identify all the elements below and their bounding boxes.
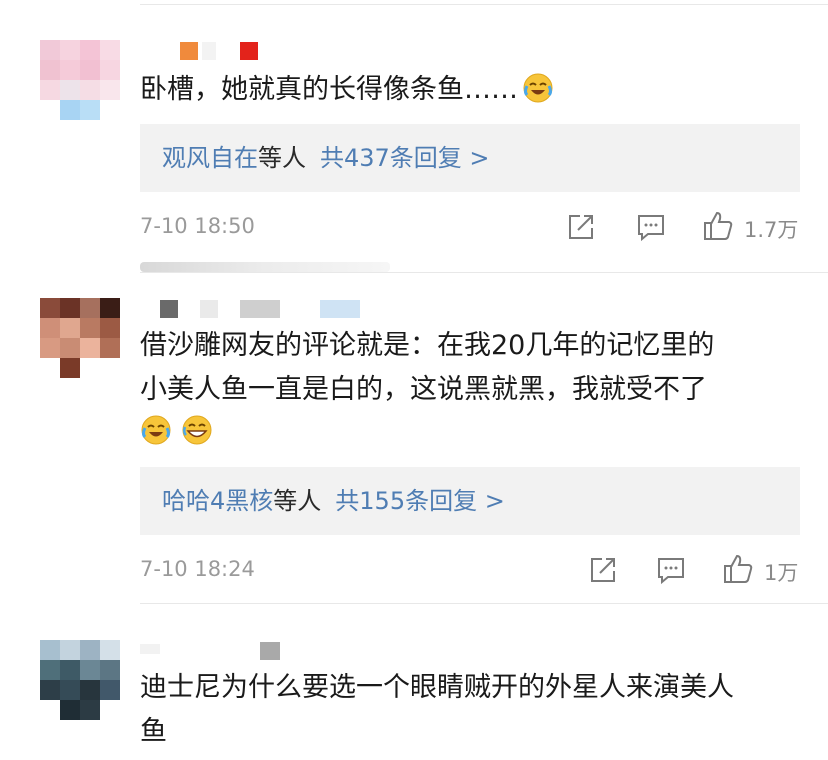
avatar[interactable] xyxy=(40,640,120,720)
comment-text-line-2: 鱼 xyxy=(140,716,167,747)
username-blurred[interactable] xyxy=(140,298,370,318)
timestamp: 7-10 18:50 xyxy=(140,214,255,238)
comment-text-line-2: 小美人鱼一直是白的，这说黑就黑，我就受不了 xyxy=(140,374,707,405)
like-icon[interactable] xyxy=(722,553,754,589)
comment-icon[interactable] xyxy=(636,212,666,246)
like-count: 1.7万 xyxy=(744,218,799,242)
reply-count-link[interactable]: 共437条回复 > xyxy=(320,144,490,172)
timestamp: 7-10 18:24 xyxy=(140,557,255,581)
comment-icon[interactable] xyxy=(656,555,686,589)
reply-user-link[interactable]: 观风自在 xyxy=(162,144,258,172)
reply-count-link[interactable]: 共155条回复 > xyxy=(335,487,505,515)
emoji-row xyxy=(140,414,213,450)
grin-emoji-icon xyxy=(181,414,213,446)
like-icon[interactable] xyxy=(702,210,734,246)
comment-divider xyxy=(140,603,828,604)
reply-summary[interactable]: 哈哈4黑核等人 共155条回复 > xyxy=(140,467,800,535)
comment-divider xyxy=(140,272,828,273)
laugh-cry-emoji-icon xyxy=(522,72,554,104)
top-divider xyxy=(140,4,828,5)
avatar[interactable] xyxy=(40,40,120,120)
username-blurred[interactable] xyxy=(140,640,300,660)
comment-text-line-1: 迪士尼为什么要选一个眼睛贼开的外星人来演美人 xyxy=(140,672,734,703)
share-icon[interactable] xyxy=(566,212,596,246)
avatar[interactable] xyxy=(40,298,120,378)
username-blurred[interactable] xyxy=(140,40,270,60)
comment-text: 卧槽，她就真的长得像条鱼…… xyxy=(140,68,554,112)
like-count: 1万 xyxy=(764,561,799,585)
laugh-cry-emoji-icon xyxy=(140,414,172,446)
share-icon[interactable] xyxy=(588,555,618,589)
reply-summary[interactable]: 观风自在等人 共437条回复 > xyxy=(140,124,800,192)
reply-user-link[interactable]: 哈哈4黑核 xyxy=(162,487,273,515)
section-divider xyxy=(140,262,390,272)
comment-text-line-1: 借沙雕网友的评论就是：在我20几年的记忆里的 xyxy=(140,330,715,361)
